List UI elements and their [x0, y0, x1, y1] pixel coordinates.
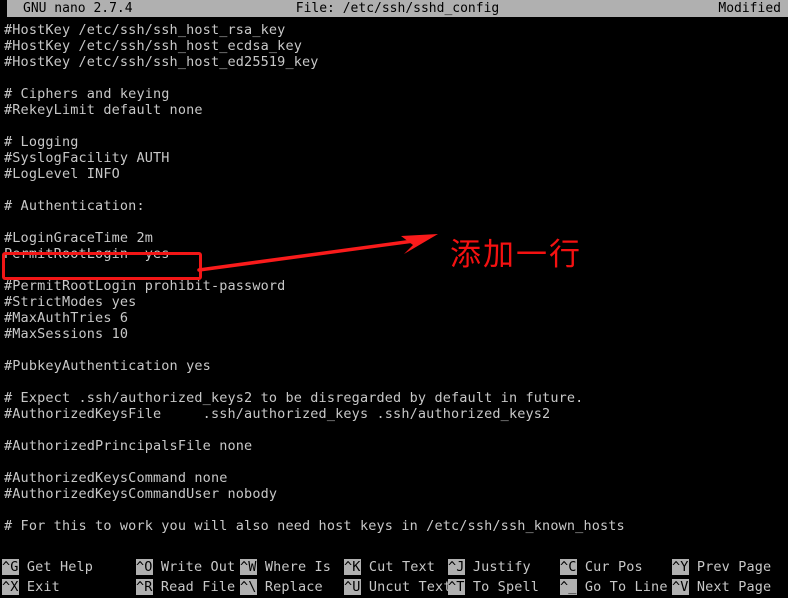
editor-line: #MaxAuthTries 6: [4, 310, 129, 326]
editor-line: #PermitRootLogin prohibit-password: [4, 278, 286, 294]
editor-line: # Expect .ssh/authorized_keys2 to be dis…: [4, 390, 584, 406]
help-shortcut-key: ^K: [344, 559, 361, 575]
editor-line: #MaxSessions 10: [4, 326, 129, 342]
help-shortcut-key: ^O: [136, 559, 153, 575]
help-shortcut-key: ^\: [240, 579, 257, 595]
editor-line: #AuthorizedKeysCommand none: [4, 470, 228, 486]
help-shortcut-label: To Spell: [464, 579, 540, 595]
help-shortcut-item[interactable]: ^Y Prev Page: [672, 559, 771, 576]
editor-text-area[interactable]: #HostKey /etc/ssh/ssh_host_rsa_key #HostK…: [0, 22, 788, 552]
nano-terminal-window: File: /etc/ssh/sshd_config GNU nano 2.7.…: [0, 0, 788, 598]
editor-line: # Ciphers and keying: [4, 86, 170, 102]
help-shortcut-item[interactable]: ^W Where Is: [240, 559, 331, 576]
editor-line: #AuthorizedKeysFile .ssh/authorized_keys…: [4, 406, 551, 422]
help-shortcut-label: Read File: [152, 579, 236, 595]
editor-line: #SyslogFacility AUTH: [4, 150, 170, 166]
help-shortcut-item[interactable]: ^K Cut Text: [344, 559, 435, 576]
help-shortcut-item[interactable]: ^J Justify: [448, 559, 531, 576]
help-shortcut-label: Where Is: [256, 559, 332, 575]
help-shortcut-label: Go To Line: [576, 579, 668, 595]
editor-line: #AuthorizedKeysCommandUser nobody: [4, 486, 278, 502]
editor-line: #LogLevel INFO: [4, 166, 120, 182]
help-shortcut-key: ^_: [560, 579, 577, 595]
help-row-secondary: ^X Exit ^R Read File ^\ Replace ^U Uncut Te…: [0, 579, 788, 596]
help-shortcut-key: ^V: [672, 579, 689, 595]
help-shortcut-item[interactable]: ^U Uncut Text: [344, 579, 452, 596]
titlebar-modified-status: Modified: [718, 1, 781, 16]
help-shortcut-key: ^W: [240, 559, 257, 575]
help-shortcut-label: Prev Page: [688, 559, 772, 575]
help-shortcut-item[interactable]: ^R Read File: [136, 579, 235, 596]
help-shortcut-item[interactable]: ^O Write Out: [136, 559, 235, 576]
help-shortcut-item[interactable]: ^T To Spell: [448, 579, 539, 596]
editor-line: #PubkeyAuthentication yes: [4, 358, 211, 374]
help-shortcut-key: ^T: [448, 579, 465, 595]
help-shortcut-key: ^X: [2, 579, 19, 595]
editor-line: #HostKey /etc/ssh/ssh_host_rsa_key: [4, 22, 286, 38]
editor-line: # Logging: [4, 134, 79, 150]
help-shortcut-key: ^R: [136, 579, 153, 595]
help-shortcut-item[interactable]: ^X Exit: [2, 579, 60, 596]
help-shortcut-key: ^C: [560, 559, 577, 575]
editor-line: #RekeyLimit default none: [4, 102, 203, 118]
editor-line: PermitRootLogin yes: [4, 246, 170, 262]
help-shortcut-key: ^G: [2, 559, 19, 575]
titlebar-app-name: GNU nano 2.7.4: [23, 1, 133, 16]
editor-line: #HostKey /etc/ssh/ssh_host_ecdsa_key: [4, 38, 302, 54]
help-shortcut-label: Get Help: [18, 559, 94, 575]
help-shortcut-item[interactable]: ^V Next Page: [672, 579, 771, 596]
help-shortcut-bar: ^G Get Help ^O Write Out ^W Where Is ^K Cut…: [0, 559, 788, 598]
help-row-primary: ^G Get Help ^O Write Out ^W Where Is ^K Cut…: [0, 559, 788, 576]
editor-line: #HostKey /etc/ssh/ssh_host_ed25519_key: [4, 54, 319, 70]
help-shortcut-key: ^U: [344, 579, 361, 595]
help-shortcut-item[interactable]: ^C Cur Pos: [560, 559, 643, 576]
help-shortcut-label: Write Out: [152, 559, 236, 575]
titlebar-background: File: /etc/ssh/sshd_config GNU nano 2.7.…: [7, 0, 788, 17]
help-shortcut-label: Cut Text: [360, 559, 436, 575]
help-shortcut-label: Uncut Text: [360, 579, 452, 595]
help-shortcut-key: ^Y: [672, 559, 689, 575]
editor-line: #LoginGraceTime 2m: [4, 230, 153, 246]
help-shortcut-item[interactable]: ^G Get Help: [2, 559, 93, 576]
help-shortcut-item[interactable]: ^\ Replace: [240, 579, 323, 596]
editor-line: #AuthorizedPrincipalsFile none: [4, 438, 253, 454]
help-shortcut-label: Replace: [256, 579, 323, 595]
help-shortcut-label: Exit: [18, 579, 60, 595]
help-shortcut-label: Next Page: [688, 579, 772, 595]
help-shortcut-item[interactable]: ^_ Go To Line: [560, 579, 668, 596]
help-shortcut-label: Cur Pos: [576, 559, 643, 575]
editor-line: # Authentication:: [4, 198, 145, 214]
titlebar: File: /etc/ssh/sshd_config GNU nano 2.7.…: [0, 0, 788, 17]
annotation-note-text: 添加一行: [450, 237, 582, 273]
help-shortcut-key: ^J: [448, 559, 465, 575]
help-shortcut-label: Justify: [464, 559, 531, 575]
editor-line: # For this to work you will also need ho…: [4, 518, 625, 534]
editor-line: #StrictModes yes: [4, 294, 137, 310]
